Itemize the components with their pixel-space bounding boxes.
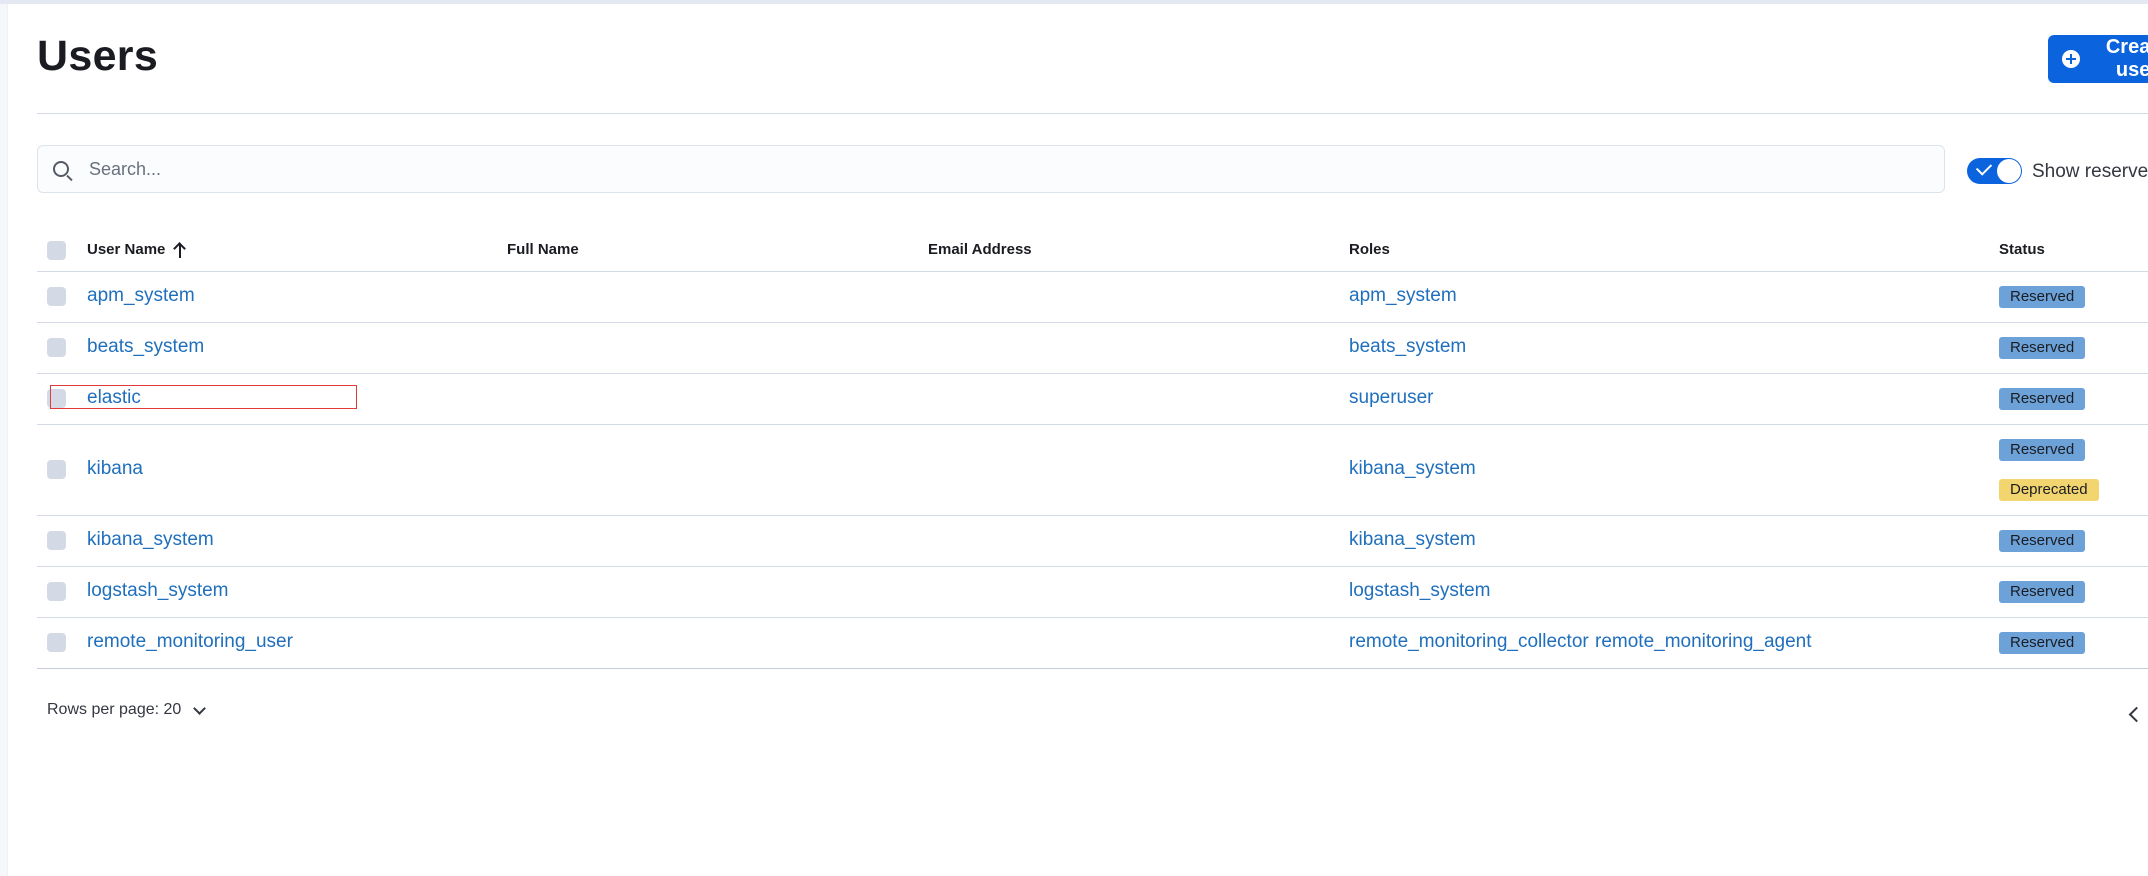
- role-link[interactable]: beats_system: [1349, 336, 1466, 358]
- status-badge-reserved: Reserved: [1999, 632, 2086, 654]
- column-header-status: Status: [1999, 241, 2045, 258]
- role-link[interactable]: logstash_system: [1349, 580, 1491, 602]
- row-checkbox[interactable]: [47, 389, 66, 408]
- rows-per-page-label: Rows per page: 20: [47, 701, 182, 718]
- row-checkbox[interactable]: [47, 582, 66, 601]
- page-title: Users: [37, 32, 159, 80]
- status-badge-reserved: Reserved: [1999, 286, 2086, 308]
- column-header-user-name[interactable]: User Name: [87, 241, 187, 258]
- sort-ascending-icon: [173, 242, 187, 258]
- table-row: logstash_system logstash_system Reserved: [37, 567, 2148, 618]
- create-user-button[interactable]: Create user: [2048, 35, 2148, 83]
- table-row: apm_system apm_system Reserved: [37, 272, 2148, 323]
- role-link[interactable]: kibana_system: [1349, 458, 1476, 480]
- users-page: Users Create user Show reserved users Us…: [0, 4, 2148, 876]
- user-name-link[interactable]: kibana_system: [87, 529, 214, 551]
- row-checkbox[interactable]: [47, 287, 66, 306]
- search-icon: [53, 161, 69, 177]
- check-icon: [1975, 159, 1993, 176]
- status-badge-reserved: Reserved: [1999, 530, 2086, 552]
- row-checkbox[interactable]: [47, 460, 66, 479]
- select-all-checkbox[interactable]: [47, 241, 66, 260]
- show-reserved-toggle[interactable]: [1967, 158, 2022, 184]
- user-name-link[interactable]: remote_monitoring_user: [87, 631, 293, 653]
- row-checkbox[interactable]: [47, 531, 66, 550]
- row-checkbox[interactable]: [47, 338, 66, 357]
- show-reserved-label[interactable]: Show reserved users: [2032, 161, 2148, 183]
- role-link[interactable]: remote_monitoring_agent: [1595, 631, 1812, 653]
- users-table: User Name Full Name Email Address Roles …: [37, 229, 2148, 669]
- column-header-full-name[interactable]: Full Name: [507, 241, 579, 258]
- user-name-link[interactable]: apm_system: [87, 285, 195, 307]
- user-name-link[interactable]: beats_system: [87, 336, 204, 358]
- table-row: remote_monitoring_user remote_monitoring…: [37, 618, 2148, 669]
- left-rail: [0, 4, 8, 876]
- table-row: kibana kibana_system Reserved Deprecated: [37, 425, 2148, 516]
- table-row: beats_system beats_system Reserved: [37, 323, 2148, 374]
- status-badge-reserved: Reserved: [1999, 388, 2086, 410]
- search-bar: [37, 145, 1945, 193]
- create-user-button-label: Create user: [2105, 36, 2148, 81]
- status-badge-deprecated: Deprecated: [1999, 479, 2099, 501]
- column-header-email-address[interactable]: Email Address: [928, 241, 1032, 258]
- role-link[interactable]: remote_monitoring_collector: [1349, 631, 1589, 653]
- user-name-link[interactable]: logstash_system: [87, 580, 229, 602]
- user-name-link[interactable]: elastic: [87, 387, 141, 409]
- status-badge-reserved: Reserved: [1999, 439, 2086, 461]
- column-header-label: User Name: [87, 241, 166, 258]
- toggle-knob: [1997, 159, 2021, 183]
- column-header-roles: Roles: [1349, 241, 1390, 258]
- table-row: elastic superuser Reserved: [37, 374, 2148, 425]
- row-checkbox[interactable]: [47, 633, 66, 652]
- chevron-down-icon: [193, 701, 207, 715]
- header-divider: [37, 113, 2148, 114]
- status-badge-reserved: Reserved: [1999, 337, 2086, 359]
- user-name-link[interactable]: kibana: [87, 458, 143, 480]
- table-row: kibana_system kibana_system Reserved: [37, 516, 2148, 567]
- status-badge-reserved: Reserved: [1999, 581, 2086, 603]
- role-link[interactable]: kibana_system: [1349, 529, 1476, 551]
- role-link[interactable]: apm_system: [1349, 285, 1457, 307]
- rows-per-page-button[interactable]: Rows per page: 20: [47, 701, 207, 719]
- table-header: User Name Full Name Email Address Roles …: [37, 229, 2148, 272]
- plus-circle-icon: [2062, 50, 2080, 68]
- previous-page-button[interactable]: [2125, 704, 2145, 724]
- search-input[interactable]: [87, 157, 1891, 181]
- role-link[interactable]: superuser: [1349, 387, 1434, 409]
- chevron-left-icon: [2128, 706, 2145, 723]
